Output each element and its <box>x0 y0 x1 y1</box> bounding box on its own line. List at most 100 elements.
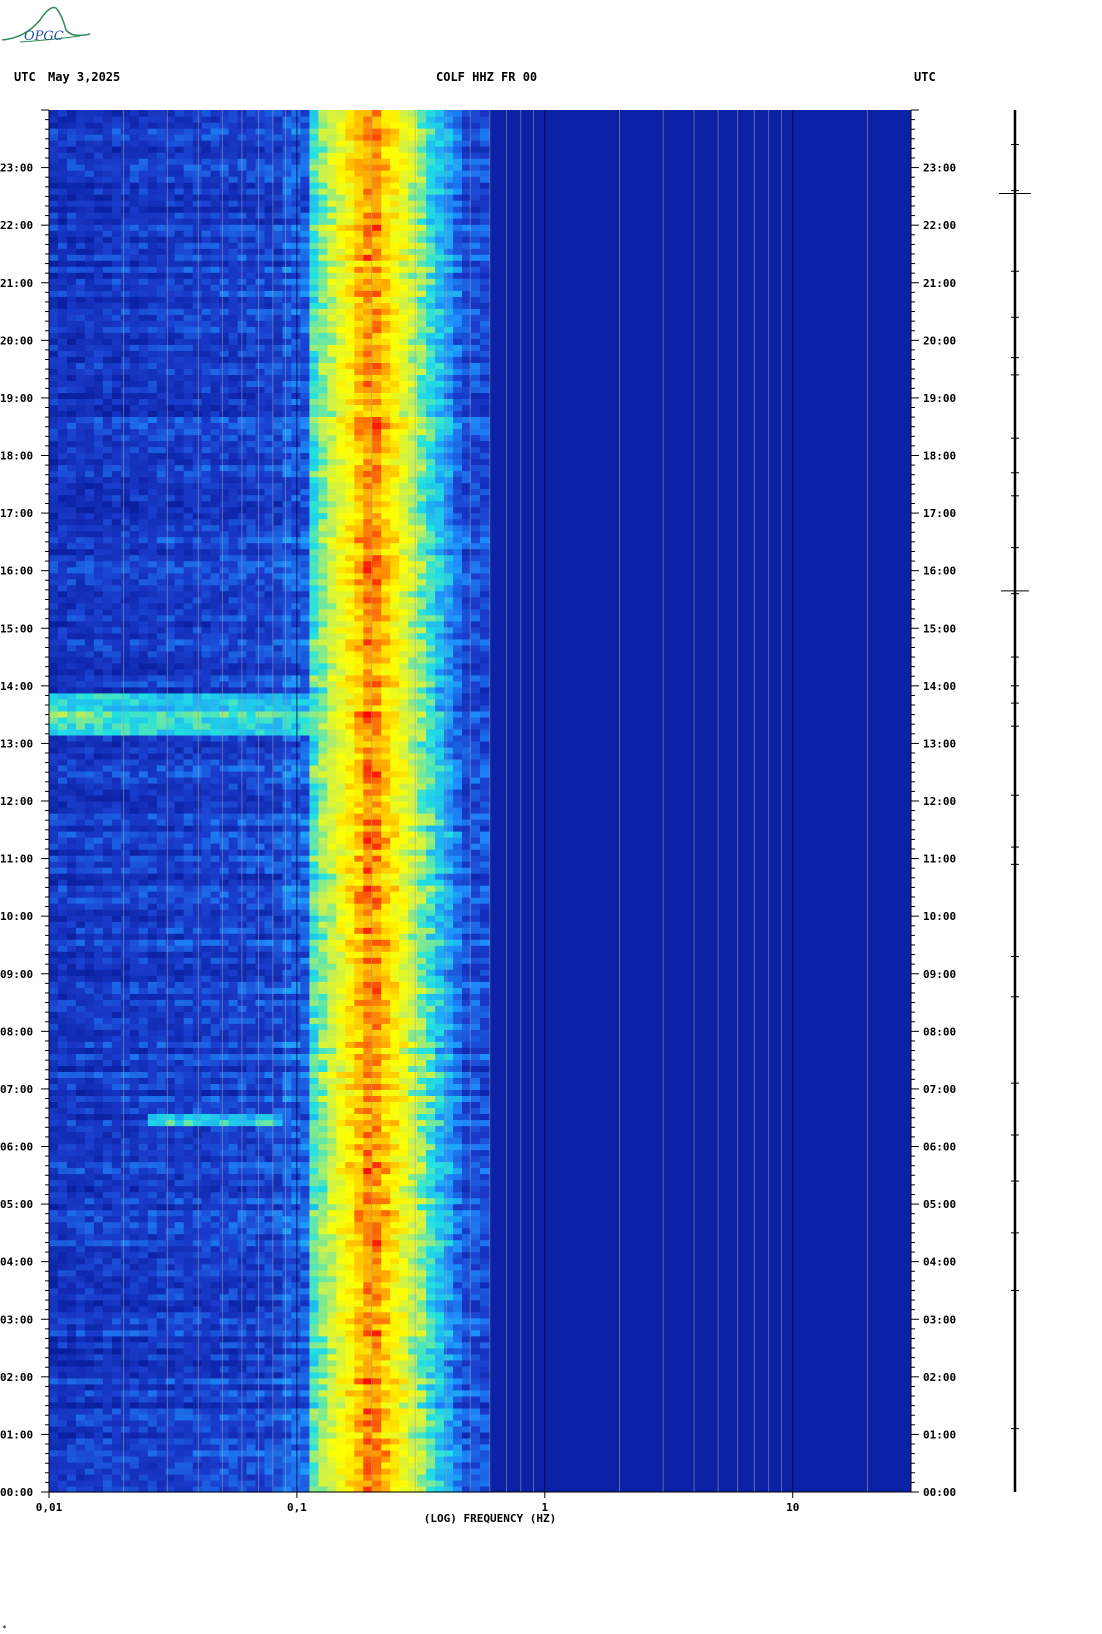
spectrogram-cell <box>156 933 167 940</box>
spectrogram-cell <box>300 1209 310 1217</box>
spectrogram-cell <box>300 1179 310 1187</box>
spectrogram-cell <box>291 1065 301 1072</box>
spectrogram-cell <box>192 1083 203 1090</box>
spectrogram-cell <box>183 1203 194 1211</box>
spectrogram-cell <box>426 1419 436 1427</box>
spectrogram-cell <box>399 1029 409 1036</box>
spectrogram-cell <box>183 1389 194 1397</box>
spectrogram-cell <box>435 1353 445 1361</box>
spectrogram-cell <box>345 1071 355 1078</box>
spectrogram-cell <box>345 1317 355 1325</box>
spectrogram-cell <box>183 933 194 940</box>
spectrogram-cell <box>273 1167 284 1175</box>
spectrogram-cell <box>58 1371 68 1379</box>
spectrogram-cell <box>75 1323 86 1331</box>
spectrogram-cell <box>147 903 158 910</box>
spectrogram-cell <box>291 1185 301 1193</box>
spectrogram-cell <box>49 1029 59 1036</box>
spectrogram-cell <box>426 1077 436 1084</box>
spectrogram-cell <box>345 1035 355 1042</box>
spectrogram-cell <box>453 1449 463 1457</box>
spectrogram-cell <box>102 1023 113 1030</box>
spectrogram-cell <box>201 1365 212 1373</box>
spectrogram-cell <box>390 1449 400 1457</box>
spectrogram-cell <box>282 981 293 988</box>
spectrogram-cell <box>93 1227 104 1235</box>
spectrogram-cell <box>237 1125 248 1133</box>
spectrogram-cell <box>408 1071 418 1078</box>
spectrogram-cell <box>309 1455 319 1463</box>
spectrogram-cell <box>327 1101 337 1108</box>
spectrogram-cell <box>138 1143 149 1151</box>
spectrogram-cell <box>129 1455 140 1463</box>
spectrogram-cell <box>390 1347 400 1355</box>
spectrogram-cell <box>210 1323 221 1331</box>
spectrogram-cell <box>426 1383 436 1391</box>
spectrogram-cell <box>49 1023 59 1030</box>
spectrogram-cell <box>58 1215 68 1223</box>
spectrogram-cell <box>102 1143 113 1151</box>
spectrogram-cell <box>282 1041 293 1048</box>
spectrogram-cell <box>426 1317 436 1325</box>
spectrogram-cell <box>372 1017 382 1024</box>
spectrogram-cell <box>156 1095 167 1102</box>
spectrogram-cell <box>192 1167 203 1175</box>
spectrogram-cell <box>129 879 140 886</box>
spectrogram-cell <box>327 933 337 940</box>
spectrogram-cell <box>309 1071 319 1078</box>
spectrogram-cell <box>120 885 131 892</box>
spectrogram-cell <box>273 1173 284 1181</box>
spectrogram-cell <box>129 1029 140 1036</box>
spectrogram-cell <box>49 1173 59 1181</box>
spectrogram-cell <box>228 1251 239 1259</box>
spectrogram-cell <box>228 1480 239 1487</box>
spectrogram-cell <box>327 1029 337 1036</box>
spectrogram-cell <box>174 945 185 952</box>
spectrogram-cell <box>210 1059 221 1066</box>
spectrogram-cell <box>49 1143 59 1151</box>
spectrogram-cell <box>417 951 427 958</box>
spectrogram-cell <box>49 1245 59 1253</box>
spectrogram-cell <box>201 1383 212 1391</box>
spectrogram-cell <box>381 1437 391 1445</box>
spectrogram-cell <box>372 1215 382 1223</box>
spectrogram-cell <box>156 981 167 988</box>
spectrogram-cell <box>67 1053 77 1060</box>
spectrogram-cell <box>309 1395 319 1403</box>
spectrogram-cell <box>84 1245 95 1253</box>
spectrogram-cell <box>453 1047 463 1054</box>
spectrogram-cell <box>120 1221 131 1229</box>
spectrogram-cell <box>246 1239 257 1247</box>
spectrogram-cell <box>336 1383 346 1391</box>
spectrogram-cell <box>138 1257 149 1265</box>
spectrogram-cell <box>246 933 257 940</box>
spectrogram-cell <box>372 1053 382 1060</box>
spectrogram-cell <box>381 963 391 970</box>
spectrogram-cell <box>444 957 454 964</box>
spectrogram-cell <box>471 1137 481 1145</box>
spectrogram-cell <box>210 993 221 1000</box>
spectrogram-cell <box>426 915 436 922</box>
spectrogram-cell <box>381 999 391 1006</box>
spectrogram-cell <box>93 1263 104 1271</box>
spectrogram-cell <box>84 1480 95 1487</box>
spectrogram-cell <box>67 1191 77 1199</box>
spectrogram-cell <box>399 1449 409 1457</box>
spectrogram-cell <box>435 1474 445 1481</box>
spectrogram-cell <box>408 1179 418 1187</box>
spectrogram-cell <box>111 1089 122 1096</box>
spectrogram-cell <box>192 1419 203 1427</box>
spectrogram-cell <box>111 903 122 910</box>
spectrogram-cell <box>399 1299 409 1307</box>
spectrogram-cell <box>399 1329 409 1337</box>
spectrogram-cell <box>444 1221 454 1229</box>
spectrogram-cell <box>426 951 436 958</box>
spectrogram-cell <box>183 1407 194 1415</box>
spectrogram-cell <box>246 1059 257 1066</box>
spectrogram-cell <box>282 1269 293 1277</box>
spectrogram-cell <box>210 945 221 952</box>
spectrogram-cell <box>102 1359 113 1367</box>
spectrogram-cell <box>390 1383 400 1391</box>
spectrogram-cell <box>309 1419 319 1427</box>
spectrogram-cell <box>417 1287 427 1295</box>
